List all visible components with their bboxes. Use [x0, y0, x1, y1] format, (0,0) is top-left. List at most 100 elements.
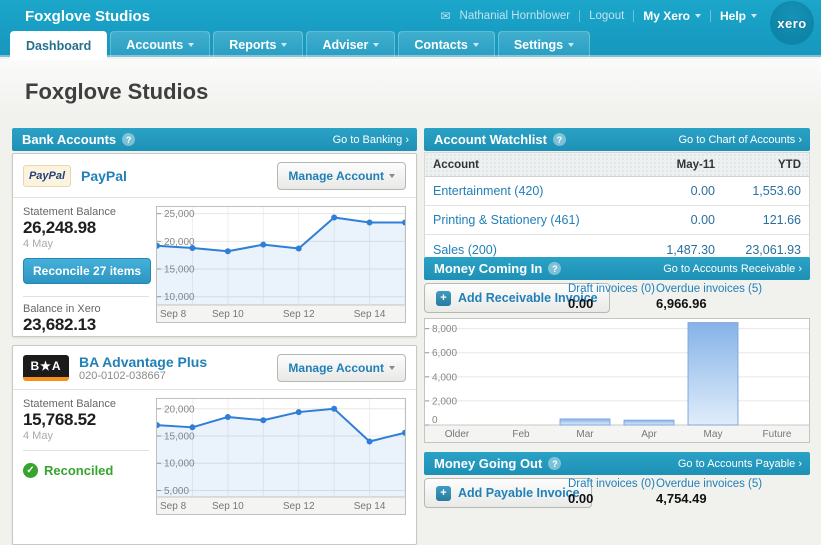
overdue-invoices: Overdue invoices (5) 4,754.49 — [656, 478, 762, 508]
section-title: Money Coming In — [434, 261, 542, 276]
section-title: Account Watchlist — [434, 132, 547, 147]
tab-settings[interactable]: Settings — [498, 31, 590, 57]
section-title: Money Going Out — [434, 456, 542, 471]
account-link[interactable]: Printing & Stationery (461) — [425, 213, 633, 227]
reconciled-status: ✓ Reconciled — [23, 463, 149, 478]
account-link[interactable]: Entertainment (420) — [425, 184, 633, 198]
help-menu[interactable]: Help — [720, 9, 757, 23]
svg-text:Apr: Apr — [641, 429, 657, 440]
divider — [23, 450, 149, 451]
svg-text:Feb: Feb — [512, 429, 530, 440]
tab-contacts[interactable]: Contacts — [398, 31, 494, 57]
chevron-down-icon — [695, 14, 701, 18]
overdue-invoices-link[interactable]: Overdue invoices (5) — [656, 283, 762, 295]
overdue-invoices-link[interactable]: Overdue invoices (5) — [656, 478, 762, 490]
tab-accounts[interactable]: Accounts — [110, 31, 210, 57]
ba-stats: Statement Balance 15,768.52 4 May ✓ Reco… — [23, 398, 149, 478]
top-bar: Foxglove Studios ✉ Nathanial Hornblower … — [0, 0, 821, 57]
watchlist-header-row: Account May-11 YTD — [425, 153, 809, 177]
svg-text:Sep 12: Sep 12 — [283, 501, 315, 512]
money-coming-in-chart: 02,0004,0006,0008,000OlderFebMarAprMayFu… — [424, 318, 810, 443]
draft-invoices-value: 0.00 — [568, 491, 593, 506]
ytd-value: 1,553.60 — [723, 184, 809, 198]
manage-account-button[interactable]: Manage Account — [277, 162, 406, 190]
svg-text:0: 0 — [432, 415, 438, 426]
ba-card-header: B★A BA Advantage Plus 020-0102-038667 Ma… — [13, 346, 416, 390]
chevron-down-icon — [373, 43, 379, 47]
go-to-chart-of-accounts-link[interactable]: Go to Chart of Accounts › — [678, 134, 802, 146]
help-icon[interactable]: ? — [548, 457, 561, 470]
svg-text:8,000: 8,000 — [432, 324, 457, 335]
ba-balance-chart: 5,00010,00015,00020,000Sep 8Sep 10Sep 12… — [156, 398, 406, 515]
user-name-link[interactable]: Nathanial Hornblower — [460, 10, 571, 22]
svg-text:Sep 14: Sep 14 — [354, 501, 386, 512]
paypal-card-header: PayPal PayPal Manage Account — [13, 154, 416, 198]
account-link[interactable]: Sales (200) — [425, 243, 633, 257]
paypal-stats: Statement Balance 26,248.98 4 May Reconc… — [23, 206, 149, 335]
help-icon[interactable]: ? — [548, 262, 561, 275]
my-xero-menu[interactable]: My Xero — [643, 9, 701, 23]
statement-balance-label: Statement Balance — [23, 398, 149, 410]
manage-account-button[interactable]: Manage Account — [277, 354, 406, 382]
plus-icon: + — [436, 486, 451, 501]
go-to-accounts-receivable-link[interactable]: Go to Accounts Receivable › — [663, 263, 802, 275]
money-in-controls: + Add Receivable Invoice Draft invoices … — [424, 283, 810, 315]
svg-text:Future: Future — [763, 429, 792, 440]
divider — [633, 10, 634, 22]
svg-text:Sep 10: Sep 10 — [212, 309, 244, 320]
add-payable-invoice-button[interactable]: + Add Payable Invoice — [424, 478, 592, 508]
draft-invoices-link[interactable]: Draft invoices (0) — [568, 283, 655, 295]
paypal-account-link[interactable]: PayPal — [81, 168, 127, 184]
help-icon[interactable]: ? — [122, 133, 135, 146]
chevron-down-icon — [751, 14, 757, 18]
help-icon[interactable]: ? — [553, 133, 566, 146]
chevron-down-icon — [188, 43, 194, 47]
ytd-value: 23,061.93 — [723, 243, 809, 257]
statement-balance-value: 15,768.52 — [23, 410, 149, 430]
ba-account-link[interactable]: BA Advantage Plus — [79, 354, 207, 370]
svg-text:Older: Older — [445, 429, 470, 440]
watchlist-table: Account May-11 YTD Entertainment (420) 0… — [424, 152, 810, 265]
balance-in-xero-label: Balance in Xero — [23, 303, 149, 315]
overdue-invoices-value: 4,754.49 — [656, 491, 707, 506]
draft-invoices: Draft invoices (0) 0.00 — [568, 478, 655, 508]
ba-account-card: B★A BA Advantage Plus 020-0102-038667 Ma… — [12, 345, 417, 545]
ba-account-number: 020-0102-038667 — [79, 370, 207, 382]
tab-adviser[interactable]: Adviser — [306, 31, 395, 57]
money-out-controls: + Add Payable Invoice Draft invoices (0)… — [424, 478, 810, 510]
ba-logo: B★A — [23, 355, 69, 381]
overdue-invoices: Overdue invoices (5) 6,966.96 — [656, 283, 762, 313]
overdue-invoices-value: 6,966.96 — [656, 296, 707, 311]
balance-in-xero-value: 23,682.13 — [23, 315, 149, 335]
xero-logo: xero — [770, 1, 814, 45]
paypal-logo: PayPal — [23, 165, 71, 187]
account-watchlist-header: Account Watchlist ? Go to Chart of Accou… — [424, 128, 810, 151]
column-period: May-11 — [633, 159, 723, 171]
divider — [710, 10, 711, 22]
svg-text:Sep 8: Sep 8 — [160, 501, 187, 512]
paypal-account-card: PayPal PayPal Manage Account Statement B… — [12, 153, 417, 337]
go-to-banking-link[interactable]: Go to Banking › — [333, 134, 409, 146]
statement-date: 4 May — [23, 430, 149, 442]
chevron-down-icon — [389, 366, 395, 370]
logout-link[interactable]: Logout — [589, 10, 624, 22]
column-account: Account — [425, 159, 633, 171]
svg-text:4,000: 4,000 — [432, 372, 457, 383]
section-title: Bank Accounts — [22, 132, 116, 147]
reconciled-label: Reconciled — [44, 463, 113, 478]
statement-balance-label: Statement Balance — [23, 206, 149, 218]
column-ytd: YTD — [723, 159, 809, 171]
chevron-down-icon — [281, 43, 287, 47]
chevron-down-icon — [389, 174, 395, 178]
tab-reports[interactable]: Reports — [213, 31, 303, 57]
divider — [23, 296, 149, 297]
go-to-accounts-payable-link[interactable]: Go to Accounts Payable › — [678, 458, 802, 470]
svg-text:Sep 8: Sep 8 — [160, 309, 187, 320]
draft-invoices: Draft invoices (0) 0.00 — [568, 283, 655, 313]
svg-text:25,000: 25,000 — [164, 209, 195, 220]
tab-dashboard[interactable]: Dashboard — [10, 31, 107, 60]
reconcile-items-button[interactable]: Reconcile 27 items — [23, 258, 151, 284]
draft-invoices-link[interactable]: Draft invoices (0) — [568, 478, 655, 490]
chevron-down-icon — [473, 43, 479, 47]
divider — [579, 10, 580, 22]
